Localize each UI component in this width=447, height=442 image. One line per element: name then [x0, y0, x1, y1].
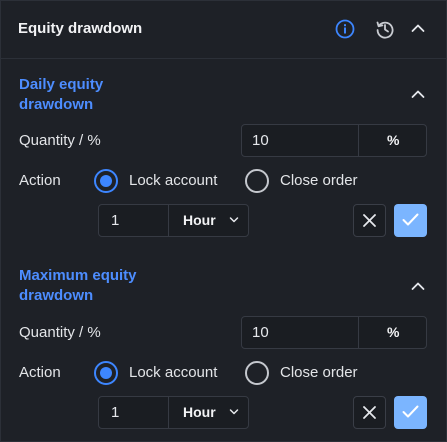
- close-icon: [363, 406, 376, 419]
- panel-header: Equity drawdown: [1, 1, 446, 59]
- action-label: Action: [19, 172, 61, 189]
- duration-unit[interactable]: Hour: [183, 212, 216, 228]
- panel-title: Equity drawdown: [18, 20, 143, 37]
- chevron-down-icon[interactable]: [229, 216, 239, 224]
- quantity-value[interactable]: 10: [252, 324, 269, 341]
- chevron-down-icon[interactable]: [229, 408, 239, 416]
- radio-lock-account-label[interactable]: Lock account: [129, 172, 217, 189]
- duration-select[interactable]: 1 Hour: [98, 204, 249, 237]
- duration-value[interactable]: 1: [111, 212, 119, 229]
- divider: [358, 317, 359, 348]
- radio-lock-account[interactable]: [94, 361, 118, 385]
- confirm-button[interactable]: [394, 204, 427, 237]
- quantity-unit: %: [387, 132, 400, 148]
- radio-close-order[interactable]: [245, 361, 269, 385]
- section-title: Daily equity drawdown: [19, 76, 104, 113]
- cancel-button[interactable]: [353, 204, 386, 237]
- radio-close-order-label[interactable]: Close order: [280, 364, 358, 381]
- cancel-button[interactable]: [353, 396, 386, 429]
- collapse-chevron-up-icon[interactable]: [411, 89, 425, 99]
- chevron-up-icon[interactable]: [411, 23, 425, 33]
- info-icon[interactable]: [335, 19, 355, 39]
- quantity-input[interactable]: 10 %: [241, 316, 427, 349]
- divider: [168, 397, 169, 428]
- quantity-value[interactable]: 10: [252, 132, 269, 149]
- radio-close-order[interactable]: [245, 169, 269, 193]
- quantity-unit: %: [387, 324, 400, 340]
- divider: [358, 125, 359, 156]
- quantity-label: Quantity / %: [19, 324, 101, 341]
- divider: [168, 205, 169, 236]
- quantity-input[interactable]: 10 %: [241, 124, 427, 157]
- section-title: Maximum equity drawdown: [19, 267, 137, 304]
- action-label: Action: [19, 364, 61, 381]
- close-icon: [363, 214, 376, 227]
- radio-lock-account-label[interactable]: Lock account: [129, 364, 217, 381]
- confirm-button[interactable]: [394, 396, 427, 429]
- duration-select[interactable]: 1 Hour: [98, 396, 249, 429]
- radio-close-order-label[interactable]: Close order: [280, 172, 358, 189]
- checkmark-icon: [402, 213, 419, 226]
- quantity-label: Quantity / %: [19, 132, 101, 149]
- duration-value[interactable]: 1: [111, 404, 119, 421]
- radio-lock-account[interactable]: [94, 169, 118, 193]
- history-icon[interactable]: [375, 19, 395, 39]
- collapse-chevron-up-icon[interactable]: [411, 281, 425, 291]
- checkmark-icon: [402, 405, 419, 418]
- duration-unit[interactable]: Hour: [183, 404, 216, 420]
- equity-drawdown-panel: Equity drawdown Daily equity drawdown Qu…: [0, 0, 447, 442]
